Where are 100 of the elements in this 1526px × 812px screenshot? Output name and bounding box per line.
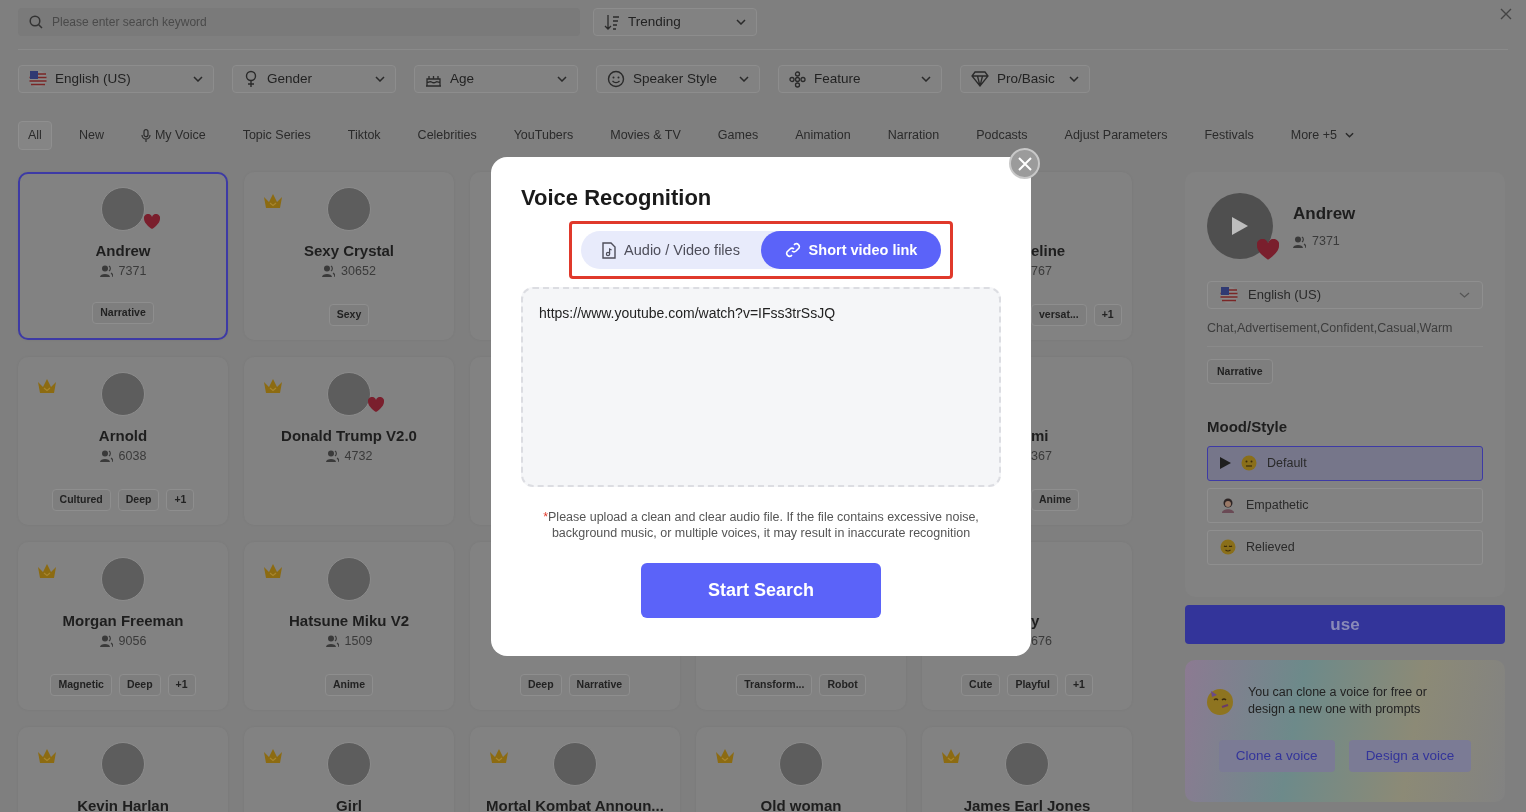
play-icon[interactable] [1231,215,1249,236]
category-tab[interactable]: New [68,121,114,150]
section-heading: Mood/Style [1207,417,1288,438]
category-tab[interactable]: Celebrities [407,121,487,150]
mood-option[interactable]: Relieved [1207,529,1483,565]
category-tab[interactable]: All [18,121,52,150]
voice-name: Hatsune Miku V2 [289,610,409,631]
users-icon [99,635,113,648]
user-count: 7371 [99,261,147,281]
user-count: 676 [1031,633,1052,651]
user-count: 4732 [325,446,373,466]
category-tab[interactable]: My Voice [130,121,216,150]
user-count: 6038 [99,446,147,466]
user-count: 30652 [322,261,376,281]
smiley-icon [607,70,625,88]
voice-tag: Deep [117,489,160,511]
voice-card[interactable]: Hatsune Miku V2 1509 Anime [244,541,454,710]
source-tab[interactable]: Audio / Video files [581,231,761,270]
filter-dropdown[interactable]: Feature [778,65,942,93]
dialog-title: Voice Recognition [521,185,713,212]
voice-card[interactable]: Old woman [696,726,906,812]
use-button[interactable]: use [1185,604,1505,644]
voice-card[interactable]: James Earl Jones [922,726,1132,812]
voice-name: Kevin Harlan [77,795,169,812]
filter-dropdown[interactable]: Age [414,65,578,93]
category-tab[interactable]: YouTubers [503,121,584,150]
play-icon[interactable] [1220,457,1231,470]
voice-name: Mortal Kombat Announ... [486,795,664,812]
link-input[interactable]: https://www.youtube.com/watch?v=IFss3trSsJQ [521,287,1001,488]
voice-card[interactable]: Girl [244,726,454,812]
category-tab[interactable]: Topic Series [232,121,321,150]
category-tab[interactable]: Adjust Parameters [1054,121,1178,150]
promo-button[interactable]: Clone a voice [1218,739,1335,772]
chevron-down-icon [193,76,203,82]
users-icon [325,635,339,648]
promo-text: You can clone a voice for free or design a new one with prompts [1248,683,1428,718]
users-icon [325,450,339,463]
sort-dropdown[interactable]: Trending [593,8,757,36]
chevron-down-icon [557,76,567,82]
voice-tag: Deep [519,674,562,696]
filter-dropdown[interactable]: English (US) [18,65,214,93]
close-icon[interactable] [1500,8,1512,20]
heart-icon [1257,238,1279,261]
chevron-down-icon [1069,76,1079,82]
filter-dropdown[interactable]: Pro/Basic [960,65,1090,93]
upload-note: *Please upload a clean and clear audio file. If the file contains excessive noise, background music, or multiple voices, it may result in inaccurate recognition [542,508,980,541]
voice-name: James Earl Jones [963,795,1091,812]
voice-card[interactable]: Andrew 7371 Narrative [18,171,228,340]
voice-tag: Anime [1031,489,1080,511]
start-search-button[interactable]: Start Search [641,562,881,618]
user-count: 9056 [99,631,147,651]
voice-card[interactable]: Sexy Crystal 30652 Sexy [244,171,454,340]
category-tab[interactable]: Tiktok [337,121,391,150]
language-dropdown[interactable]: English (US) [1207,280,1483,309]
voice-tag: +1 [1093,304,1122,326]
mood-option[interactable]: Default [1207,445,1483,481]
voice-card[interactable]: Kevin Harlan [18,726,228,812]
voice-name: Sexy Crystal [303,240,395,261]
voice-tag: Anime [324,674,374,696]
voice-card[interactable]: Morgan Freeman 9056 Magnetic Deep +1 [18,541,228,710]
filter-dropdown[interactable]: Gender [232,65,396,93]
category-tab[interactable]: Festivals [1194,121,1264,150]
close-button[interactable] [1009,148,1040,179]
promo-button[interactable]: Design a voice [1348,739,1472,772]
music-file-icon [602,241,617,259]
voice-tag: Narrative [568,674,631,696]
chevron-down-icon [1459,291,1470,298]
diamond-icon [971,71,989,87]
voice-name: Girl [336,795,362,812]
category-tab[interactable]: Animation [785,121,861,150]
voice-tag: Playful [1007,674,1058,696]
voice-card[interactable]: Donald Trump V2.0 4732 [244,356,454,525]
voice-card[interactable]: Mortal Kombat Announ... [470,726,680,812]
user-count: 7371 [1293,232,1356,251]
voice-tag: Transform... [736,674,813,696]
mood-option[interactable]: Empathetic [1207,487,1483,523]
voice-name: Arnold [98,425,148,446]
users-icon [99,265,113,278]
category-tab[interactable]: Narration [877,121,950,150]
voice-tag: Cultured [51,489,111,511]
category-tab[interactable]: Movies & TV [600,121,691,150]
voice-name: Andrew [1293,202,1356,225]
user-count: 367 [1031,448,1052,466]
voice-tag: +1 [1064,674,1093,696]
flag-icon [29,70,47,88]
link-icon [784,242,801,259]
voice-tag: Magnetic [50,674,112,696]
voice-tag: Sexy [328,304,370,326]
chevron-down-icon [1344,132,1354,139]
voice-tag: Narrative [92,302,154,324]
category-tab[interactable]: More +5 [1280,121,1364,150]
category-tab[interactable]: Games [707,121,769,150]
users-icon [1293,235,1306,248]
filter-dropdown[interactable]: Speaker Style [596,65,760,93]
voice-name: Andrew [95,240,151,261]
category-tab[interactable]: Podcasts [966,121,1038,150]
source-tab[interactable]: Short video link [761,231,941,270]
voice-card[interactable]: Arnold 6038 Cultured Deep +1 [18,356,228,525]
chevron-down-icon [739,76,749,82]
voice-tag: versat... [1031,304,1087,326]
